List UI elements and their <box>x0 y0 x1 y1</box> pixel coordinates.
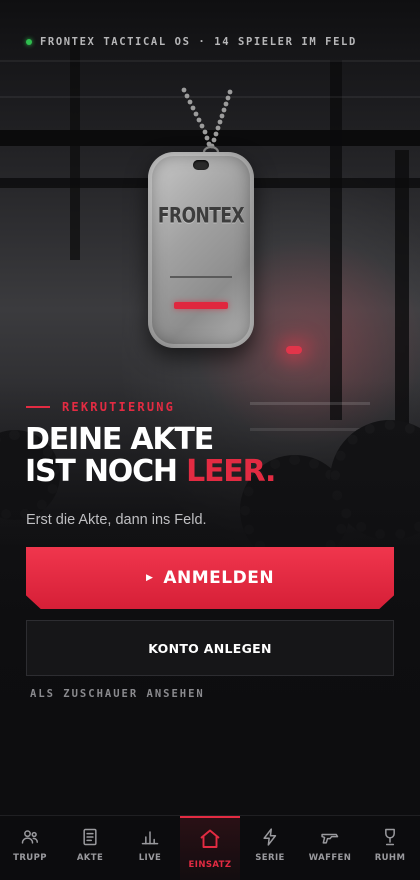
eyebrow-bar <box>26 406 50 408</box>
tab-label: LIVE <box>138 853 162 863</box>
tab-live[interactable]: LIVE <box>120 816 180 880</box>
bottom-tab-bar: TRUPP AKTE LIVE EINSATZ SERIE WAFFEN RUH… <box>0 815 420 880</box>
tab-einsatz[interactable]: EINSATZ <box>180 816 240 880</box>
bar-chart-icon <box>141 831 159 845</box>
tab-label: RUHM <box>374 853 406 863</box>
tab-label: EINSATZ <box>188 860 232 870</box>
trophy-icon <box>385 828 395 846</box>
subline: Erst die Akte, dann ins Feld. <box>26 512 207 528</box>
tab-label: AKTE <box>76 853 104 863</box>
page-title: DEINE AKTE IST NOCH LEER. <box>25 422 276 489</box>
tab-label: SERIE <box>255 853 285 863</box>
login-button[interactable]: ▶ ANMELDEN <box>26 547 394 609</box>
spectate-link[interactable]: ALS ZUSCHAUER ANSEHEN <box>30 688 205 700</box>
play-icon: ▶ <box>145 573 154 583</box>
eyebrow: REKRUTIERUNG <box>26 400 175 414</box>
tab-label: TRUPP <box>13 853 47 863</box>
users-icon <box>21 830 38 844</box>
tab-akte[interactable]: AKTE <box>60 816 120 880</box>
login-button-label: ANMELDEN <box>163 568 275 588</box>
dogtag-red-stripe <box>174 302 228 309</box>
tab-waffen[interactable]: WAFFEN <box>300 816 360 880</box>
dog-tag: FRONTEX <box>148 152 254 348</box>
tab-serie[interactable]: SERIE <box>240 816 300 880</box>
headline-line-2: IST NOCH <box>25 454 178 489</box>
gun-icon <box>321 833 339 844</box>
tab-trupp[interactable]: TRUPP <box>0 816 60 880</box>
eyebrow-label: REKRUTIERUNG <box>62 400 176 414</box>
create-account-button[interactable]: KONTO ANLEGEN <box>26 620 394 676</box>
dogtag-engraving: FRONTEX <box>157 203 245 229</box>
red-lamp <box>286 346 302 354</box>
tab-ruhm[interactable]: RUHM <box>360 816 420 880</box>
chain-icon <box>181 87 233 158</box>
online-indicator-icon <box>26 39 32 45</box>
headline-line-1: DEINE AKTE <box>25 422 214 457</box>
status-text: FRONTEX TACTICAL OS · 14 SPIELER IM FELD <box>40 36 357 48</box>
status-bar: FRONTEX TACTICAL OS · 14 SPIELER IM FELD <box>26 36 357 48</box>
home-icon <box>200 829 220 848</box>
create-account-label: KONTO ANLEGEN <box>148 640 272 656</box>
tab-label: WAFFEN <box>308 853 352 863</box>
lightning-icon <box>263 828 277 846</box>
document-icon <box>83 828 97 846</box>
headline-accent: LEER. <box>186 454 276 489</box>
